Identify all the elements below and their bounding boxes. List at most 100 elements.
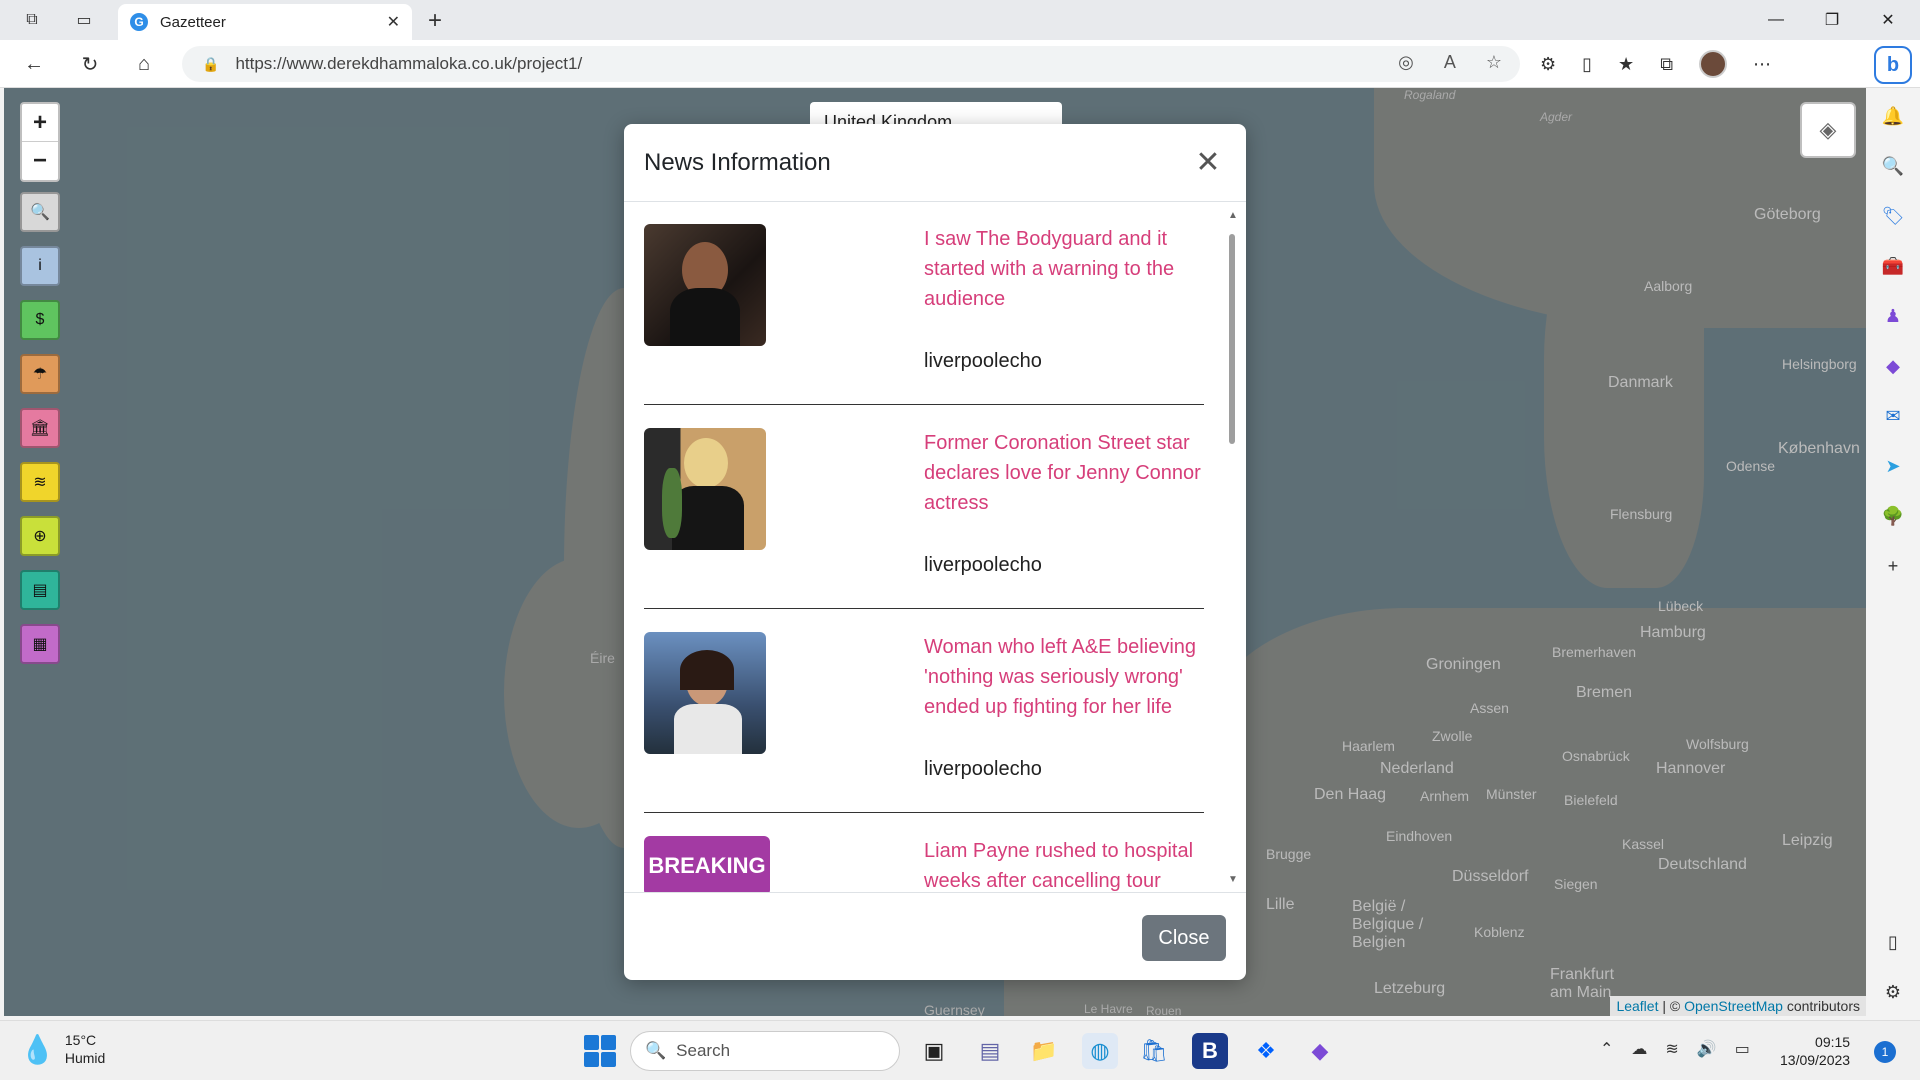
map-label: Brugge [1266, 846, 1312, 862]
map-label: Osnabrück [1562, 748, 1630, 764]
gear-icon[interactable]: ⚙ [1881, 980, 1905, 1004]
search-icon[interactable]: 🔍 [1881, 154, 1905, 178]
leaflet-link[interactable]: Leaflet [1616, 998, 1658, 1014]
close-window-button[interactable]: ✕ [1868, 6, 1908, 34]
dollar-icon: $ [35, 311, 45, 328]
crosshair-icon: ⊕ [33, 528, 47, 545]
article-thumbnail[interactable] [644, 632, 766, 754]
news-article[interactable]: Woman who left A&E believing 'nothing wa… [644, 632, 1204, 813]
cloud-icon[interactable]: ☁ [1631, 1039, 1647, 1059]
collections-icon[interactable]: ⧉ [1660, 54, 1673, 75]
battery-icon[interactable]: ▭ [1735, 1039, 1750, 1059]
extensions-icon[interactable]: ⚙ [1540, 54, 1556, 75]
weather-desc: Humid [64, 1050, 106, 1066]
copilot-icon[interactable]: ◆ [1302, 1033, 1338, 1069]
osm-link[interactable]: OpenStreetMap [1684, 998, 1783, 1014]
scroll-up-icon[interactable]: ▲ [1228, 210, 1238, 221]
store-icon[interactable]: 🛍 [1136, 1033, 1172, 1069]
split-screen-icon[interactable]: ▯ [1582, 54, 1592, 75]
taskbar-search[interactable]: 🔍 Search [630, 1031, 900, 1071]
add-icon[interactable]: + [1881, 554, 1905, 578]
volume-icon[interactable]: 🔊 [1697, 1039, 1717, 1059]
article-thumbnail[interactable] [644, 428, 766, 550]
article-title-link[interactable]: Woman who left A&E believing 'nothing wa… [924, 632, 1214, 722]
sidebar-toggle-icon[interactable]: ▯ [1881, 930, 1905, 954]
bell-icon[interactable]: 🔔 [1881, 104, 1905, 128]
more-options-icon[interactable]: ⋯ [1753, 54, 1771, 75]
tab-gazetteer[interactable]: G Gazetteer ✕ [118, 4, 412, 40]
outlook-icon[interactable]: ✉ [1881, 404, 1905, 428]
start-button[interactable] [584, 1035, 616, 1067]
tab-actions-icon[interactable]: ▭ [72, 8, 96, 32]
article-title-link[interactable]: Liam Payne rushed to hospital weeks afte… [924, 836, 1214, 892]
clock[interactable]: 09:15 13/09/2023 [1780, 1033, 1850, 1069]
location-button[interactable]: ⊕ [20, 516, 60, 556]
search-map-button[interactable]: 🔍 [20, 192, 60, 232]
notification-badge[interactable]: 1 [1874, 1041, 1896, 1063]
profile-avatar[interactable] [1699, 50, 1728, 78]
database-button[interactable]: ≋ [20, 462, 60, 502]
contact-card-button[interactable]: ▤ [20, 570, 60, 610]
news-article[interactable]: BREAKING Liam Payne rushed to hospital w… [644, 836, 1204, 892]
map-label: Hamburg [1640, 624, 1706, 641]
dropbox-icon[interactable]: ❖ [1248, 1033, 1284, 1069]
news-article[interactable]: Former Coronation Street star declares l… [644, 428, 1204, 609]
landmarks-button[interactable]: 🏛 [20, 408, 60, 448]
news-button[interactable]: ▦ [20, 624, 60, 664]
toolbox-icon[interactable]: 🧰 [1881, 254, 1905, 278]
weather-button[interactable]: ☂ [20, 354, 60, 394]
modal-scrollbar[interactable]: ▲ ▼ [1226, 208, 1238, 888]
article-title-link[interactable]: Former Coronation Street star declares l… [924, 428, 1214, 518]
map-label: København [1778, 440, 1860, 457]
games-icon[interactable]: ♟ [1881, 304, 1905, 328]
layers-button[interactable]: ◈ [1800, 102, 1856, 158]
scroll-thumb[interactable] [1229, 234, 1235, 444]
task-view-icon[interactable]: ▣ [916, 1033, 952, 1069]
lock-icon[interactable]: 🔒 [202, 56, 219, 73]
new-tab-button[interactable]: + [420, 6, 450, 36]
url-text[interactable]: https://www.derekdhammaloka.co.uk/projec… [235, 54, 582, 74]
close-tab-icon[interactable]: ✕ [387, 12, 400, 32]
home-button[interactable]: ⌂ [130, 50, 158, 78]
edge-icon[interactable]: ◍ [1082, 1033, 1118, 1069]
map-label: Groningen [1426, 656, 1501, 673]
layers-icon: ◈ [1819, 117, 1837, 142]
tag-icon[interactable]: 🏷 [1881, 204, 1905, 228]
article-thumbnail[interactable] [644, 224, 766, 346]
file-explorer-icon[interactable]: 📁 [1026, 1033, 1062, 1069]
minimize-button[interactable]: — [1756, 6, 1796, 34]
copilot-icon[interactable]: ◆ [1881, 354, 1905, 378]
modal-close-icon[interactable]: ✕ [1190, 145, 1226, 181]
date: 13/09/2023 [1780, 1052, 1851, 1068]
send-icon[interactable]: ➤ [1881, 454, 1905, 478]
article-thumbnail[interactable]: BREAKING [644, 836, 770, 892]
favorite-star-icon[interactable]: ☆ [1486, 52, 1502, 73]
map-label: Aalborg [1644, 278, 1693, 294]
weather-widget[interactable]: 💧 15°C Humid [20, 1031, 105, 1067]
zoom-in-button[interactable]: + [22, 104, 58, 142]
search-icon: 🔍 [645, 1041, 667, 1060]
b-app-icon[interactable]: B [1192, 1033, 1228, 1069]
bing-copilot-button[interactable]: b [1874, 46, 1912, 84]
favorites-icon[interactable]: ★ [1618, 54, 1634, 75]
back-button[interactable]: ← [20, 50, 48, 78]
url-field[interactable]: 🔒 https://www.derekdhammaloka.co.uk/proj… [182, 46, 1520, 82]
workspaces-icon[interactable]: ⧉ [20, 8, 44, 32]
currency-button[interactable]: $ [20, 300, 60, 340]
id-card-icon: ▤ [32, 582, 48, 599]
chevron-up-icon[interactable]: ⌃ [1600, 1039, 1613, 1059]
read-aloud-icon[interactable]: A [1444, 52, 1456, 73]
tree-icon[interactable]: 🌳 [1881, 504, 1905, 528]
info-button[interactable]: i [20, 246, 60, 286]
wifi-icon[interactable]: ≋ [1665, 1039, 1678, 1059]
maximize-button[interactable]: ❐ [1812, 6, 1852, 34]
zoom-out-button[interactable]: − [22, 142, 58, 180]
modal-body[interactable]: I saw The Bodyguard and it started with … [624, 202, 1246, 892]
refresh-button[interactable]: ↻ [76, 50, 104, 78]
teams-icon[interactable]: ▤ [972, 1033, 1008, 1069]
location-icon[interactable]: ◎ [1398, 52, 1414, 73]
scroll-down-icon[interactable]: ▼ [1228, 874, 1238, 885]
close-button[interactable]: Close [1142, 915, 1226, 961]
article-title-link[interactable]: I saw The Bodyguard and it started with … [924, 224, 1214, 314]
news-article[interactable]: I saw The Bodyguard and it started with … [644, 224, 1204, 405]
